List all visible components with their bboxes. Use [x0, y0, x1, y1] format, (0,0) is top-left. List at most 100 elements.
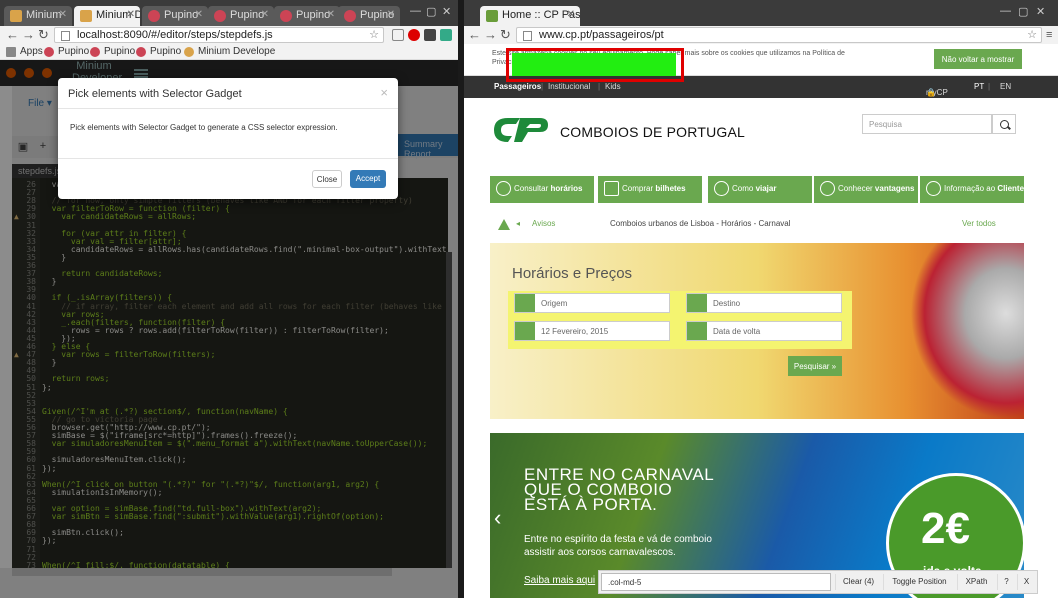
close-tab-icon[interactable]: ✕: [59, 9, 67, 20]
nav-separator: |: [598, 82, 601, 91]
bookmark-apps[interactable]: Apps: [6, 46, 43, 57]
close-window-icon[interactable]: ✕: [1036, 5, 1045, 18]
hero-horarios: Horários e Preços Origem Destino 12 Feve…: [490, 243, 1024, 419]
menu-como-viajar[interactable]: Como viajar: [708, 176, 812, 203]
reload-icon[interactable]: ↻: [500, 27, 511, 43]
bookmark-pupino[interactable]: Pupino: [90, 46, 135, 57]
help-button[interactable]: ?: [997, 574, 1015, 590]
forward-arrow-icon[interactable]: →: [22, 27, 35, 43]
pupino-icon: [90, 47, 100, 57]
train-image: [910, 243, 1024, 419]
alerts-view-all-link[interactable]: Ver todos: [962, 219, 996, 228]
opera-extension-icon[interactable]: [408, 29, 420, 41]
carousel-prev-icon[interactable]: ‹: [494, 505, 501, 531]
date-field[interactable]: 12 Fevereiro, 2015: [514, 321, 670, 341]
info-icon: [926, 181, 941, 196]
toggle-position-button[interactable]: Toggle Position: [883, 574, 955, 590]
menu-label: Conhecer: [838, 184, 875, 193]
back-arrow-icon[interactable]: ←: [468, 27, 481, 43]
close-window-icon[interactable]: ✕: [442, 5, 451, 18]
search-button[interactable]: Pesquisar »: [788, 356, 842, 376]
minimize-icon[interactable]: —: [1000, 5, 1011, 17]
close-tab-icon[interactable]: ✕: [261, 9, 269, 20]
tab-minium-developer[interactable]: Minium Deve✕: [74, 6, 140, 26]
close-tab-icon[interactable]: ✕: [195, 9, 203, 20]
selector-input[interactable]: .col-md-5: [601, 573, 831, 591]
lang-en[interactable]: EN: [1000, 82, 1011, 91]
close-gadget-button[interactable]: X: [1017, 574, 1035, 590]
tab-label: Pupino: [164, 9, 199, 21]
minimize-icon[interactable]: —: [410, 5, 421, 17]
origin-placeholder: Origem: [541, 299, 568, 308]
maximize-icon[interactable]: ▢: [426, 5, 436, 18]
return-date-field[interactable]: Data de volta: [686, 321, 842, 341]
menu-consultar-horarios[interactable]: Consultar horários: [490, 176, 594, 203]
nav-kids[interactable]: Kids: [605, 82, 621, 91]
search-icon[interactable]: [992, 114, 1016, 134]
reload-icon[interactable]: ↻: [38, 27, 49, 43]
extension-icon[interactable]: [440, 29, 452, 41]
clear-button[interactable]: Clear (4): [835, 574, 881, 590]
origin-field[interactable]: Origem: [514, 293, 670, 313]
close-tab-icon[interactable]: ✕: [127, 9, 135, 20]
search-input[interactable]: Pesquisa: [862, 114, 992, 134]
warning-icon: [498, 219, 510, 230]
right-tab-strip: Home :: CP Passagei✕ — ▢ ✕: [464, 0, 1058, 26]
bookmark-label: Minium Develope: [198, 46, 276, 57]
cp-favicon-icon: [486, 10, 498, 22]
address-bar[interactable]: www.cp.pt/passageiros/pt ☆: [516, 27, 1042, 43]
tab-minium[interactable]: Minium ✕: [4, 6, 72, 26]
lang-pt[interactable]: PT: [974, 82, 984, 91]
address-bar[interactable]: localhost:8090/#/editor/steps/stepdefs.j…: [54, 27, 384, 43]
modal-close-icon[interactable]: ×: [380, 85, 388, 100]
tab-label: Minium: [26, 9, 62, 21]
dismiss-cookie-button[interactable]: Não voltar a mostrar: [934, 49, 1022, 69]
gear-icon: [820, 181, 835, 196]
accept-button[interactable]: Accept: [350, 170, 386, 188]
alert-text[interactable]: Comboios urbanos de Lisboa - Horários - …: [610, 219, 791, 228]
close-tab-icon[interactable]: ✕: [567, 9, 575, 20]
tab-cp-home[interactable]: Home :: CP Passagei✕: [480, 6, 580, 26]
right-browser-window: Home :: CP Passagei✕ — ▢ ✕ ← → ↻ www.cp.…: [464, 0, 1058, 598]
close-tab-icon[interactable]: ✕: [387, 9, 395, 20]
back-arrow-icon[interactable]: ←: [6, 27, 19, 43]
selector-gadget-modal: Pick elements with Selector Gadget × Pic…: [58, 78, 398, 199]
tab-pupino[interactable]: Pupino ✕: [142, 6, 208, 26]
menu-informacao-cliente[interactable]: Informação ao Cliente: [920, 176, 1024, 203]
bookmark-minium[interactable]: Minium Develope: [184, 46, 275, 57]
close-button[interactable]: Close: [312, 170, 342, 188]
url-text: localhost:8090/#/editor/steps/stepdefs.j…: [77, 29, 273, 41]
alerts-label[interactable]: Avisos: [532, 219, 555, 228]
forward-arrow-icon[interactable]: →: [484, 27, 497, 43]
menu-label-bold: horários: [550, 184, 583, 193]
selector-gadget-bar: .col-md-5 Clear (4) Toggle Position XPat…: [598, 570, 1038, 594]
bookmark-pupino[interactable]: Pupino: [44, 46, 89, 57]
star-icon[interactable]: ☆: [369, 28, 379, 41]
nav-separator: |: [541, 82, 544, 91]
alerts-prev-icon[interactable]: ◂: [516, 219, 520, 228]
carnaval-link[interactable]: Saiba mais aqui: [524, 575, 595, 586]
tab-pupino[interactable]: Pupino ✕: [338, 6, 400, 26]
pupino-favicon-icon: [344, 10, 356, 22]
bookmark-pupino[interactable]: Pupino: [136, 46, 181, 57]
nav-separator: |: [988, 82, 991, 91]
alerts-bar: ◂ Avisos Comboios urbanos de Lisboa - Ho…: [490, 214, 1024, 232]
tab-pupino[interactable]: Pupino ✕: [274, 6, 340, 26]
nav-institucional[interactable]: Institucional: [548, 82, 590, 91]
nav-passageiros[interactable]: Passageiros: [494, 82, 541, 91]
close-tab-icon[interactable]: ✕: [327, 9, 335, 20]
destination-field[interactable]: Destino: [686, 293, 842, 313]
carnaval-title-line: ESTÁ À PORTA.: [524, 495, 658, 514]
lock-extension-icon[interactable]: [392, 29, 404, 41]
menu-comprar-bilhetes[interactable]: Comprar bilhetes: [598, 176, 702, 203]
return-placeholder: Data de volta: [713, 327, 761, 336]
xpath-button[interactable]: XPath: [957, 574, 995, 590]
maximize-icon[interactable]: ▢: [1018, 5, 1028, 18]
menu-conhecer-vantagens[interactable]: Conhecer vantagens: [814, 176, 918, 203]
off-extension-icon[interactable]: [424, 29, 436, 41]
menu-icon[interactable]: ≡: [1046, 27, 1052, 43]
cp-logo-icon[interactable]: [490, 114, 552, 146]
tab-pupino[interactable]: Pupino ✕: [208, 6, 274, 26]
apps-grid-icon: [6, 47, 16, 57]
star-icon[interactable]: ☆: [1027, 28, 1037, 41]
